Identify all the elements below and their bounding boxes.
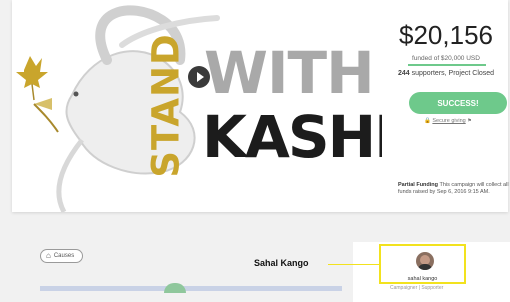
tag-icon: ⌂ [46,251,51,260]
secure-giving: 🔒 Secure giving ⚑ [424,118,472,124]
annotation-line [328,264,379,265]
supporters-count: 244 [397,70,410,77]
highlight-box [379,244,466,284]
supporters-label: supporters, Project Closed [411,70,495,77]
secure-giving-link[interactable]: Secure giving [432,118,465,124]
kashm-text: KASHM [202,103,382,171]
funding-goal: funded of $20,000 USD [412,55,480,62]
lock-icon: 🔒 [424,118,431,124]
success-button[interactable]: SUCCESS! [409,92,507,114]
progress-bar [408,64,486,66]
supporters-status: 244 supporters, Project Closed [384,70,508,77]
maple-leaf-icon [16,56,48,88]
annotation-label: Sahal Kango [254,258,309,268]
with-text: WITH [204,39,375,107]
category-tag[interactable]: ⌂ Causes [40,249,84,263]
funding-panel: $20,156 funded of $20,000 USD 244 suppor… [384,0,510,212]
amount-raised: $20,156 [399,20,493,50]
play-icon[interactable] [188,66,210,88]
strip-marker [164,283,186,293]
campaign-card: STAND WITH KASHM $20,156 funded of $20,0… [12,0,510,212]
creator-meta: Campaigner | Supporter [390,285,444,291]
partial-funding-note: Partial Funding This campaign will colle… [398,182,510,196]
category-tag-label: Causes [53,253,75,259]
flag-icon[interactable]: ⚑ [467,118,471,124]
stand-text: STAND [144,33,188,178]
content-strip [40,286,342,291]
partial-funding-title: Partial Funding [398,182,439,188]
campaign-video[interactable]: STAND WITH KASHM [12,0,382,212]
